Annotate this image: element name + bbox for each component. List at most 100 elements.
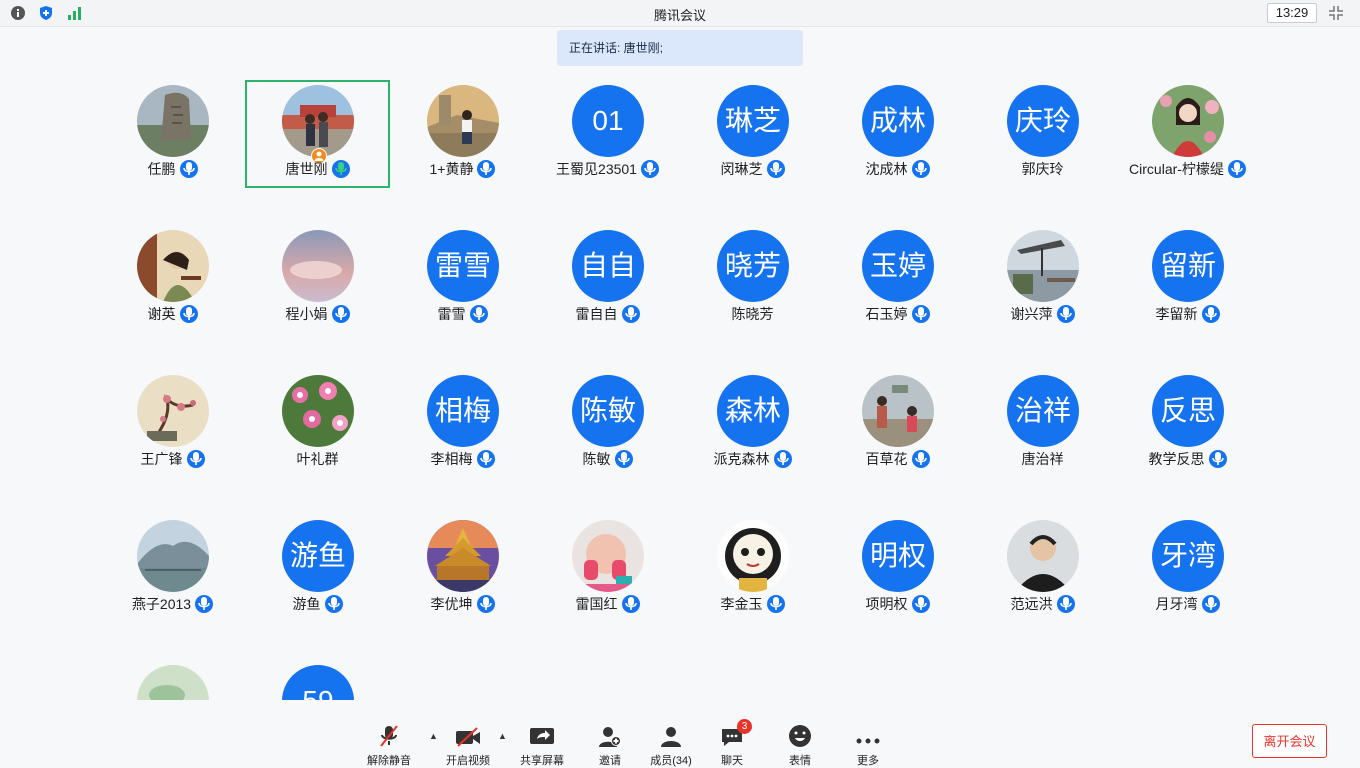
chat-button[interactable]: 3 聊天 (701, 719, 763, 768)
mic-status-icon (911, 160, 930, 178)
participant-tile[interactable]: 雷雪 雷雪 (390, 225, 535, 333)
members-button[interactable]: 成员(34) (640, 722, 702, 768)
participant-avatar-photo (137, 230, 209, 302)
participant-tile[interactable]: 1+黄静 (390, 80, 535, 188)
participant-name: 李优坤 (430, 596, 473, 612)
participant-name-row: 程小娟 (245, 304, 390, 324)
participant-tile[interactable]: 叶礼群 (245, 370, 390, 478)
participant-name: 郭庆玲 (1021, 161, 1064, 177)
participant-tile[interactable]: 唐世刚 (245, 80, 390, 188)
participant-tile[interactable]: 百草花 (825, 370, 970, 478)
participant-tile[interactable]: 李金玉 (680, 515, 825, 623)
mic-status-icon (911, 450, 930, 468)
invite-button[interactable]: 邀请 (579, 722, 641, 768)
participant-tile[interactable]: 王广锋 (100, 370, 245, 478)
participant-avatar-photo (1007, 230, 1079, 302)
participant-tile[interactable]: 任鹏 (100, 80, 245, 188)
share-screen-button[interactable]: 共享屏幕 (511, 722, 573, 768)
participant-avatar-initials: 晓芳 (717, 230, 789, 302)
participant-name: 月牙湾 (1155, 596, 1198, 612)
participant-avatar-initials: 游鱼 (282, 520, 354, 592)
mic-status-icon (195, 595, 214, 613)
participant-tile[interactable]: 玉婷 石玉婷 (825, 225, 970, 333)
participant-tile[interactable]: 留新 李留新 (1115, 225, 1260, 333)
participant-tile[interactable]: 谢英 (100, 225, 245, 333)
participant-avatar-initials: 琳芝 (717, 85, 789, 157)
participant-tile[interactable]: 59 (245, 660, 390, 700)
participant-tile[interactable]: 谢兴萍 (970, 225, 1115, 333)
participant-tile[interactable]: 明权 项明权 (825, 515, 970, 623)
more-button[interactable]: 更多 (837, 722, 899, 768)
start-video-button[interactable]: 开启视频 (437, 722, 499, 768)
participant-tile[interactable]: Circular-柠檬缇 (1115, 80, 1260, 188)
mic-status-icon (477, 160, 496, 178)
participant-name: 游鱼 (292, 596, 321, 612)
mic-status-icon (179, 160, 198, 178)
participant-tile[interactable]: 范远洪 (970, 515, 1115, 623)
more-icon (856, 738, 880, 744)
mic-status-icon (1056, 305, 1075, 323)
mic-muted-icon (380, 725, 398, 747)
participant-tile[interactable]: 相梅 李相梅 (390, 370, 535, 478)
mic-status-icon (1201, 305, 1220, 323)
participant-avatar-initials: 牙湾 (1152, 520, 1224, 592)
participant-tile[interactable]: 李优坤 (390, 515, 535, 623)
participant-name: 陈晓芳 (731, 306, 774, 322)
participant-name-row: 雷自自 (535, 304, 680, 324)
participant-name: 唐治祥 (1021, 451, 1064, 467)
participant-tile[interactable]: 治祥 唐治祥 (970, 370, 1115, 478)
participant-name: 沈成林 (865, 161, 908, 177)
participant-avatar-initials: 59 (282, 665, 354, 700)
participant-name: 陈敏 (582, 451, 611, 467)
participant-avatar-initials: 留新 (1152, 230, 1224, 302)
participant-name-row: 陈敏 (535, 449, 680, 469)
add-user-icon (599, 727, 621, 747)
more-label: 更多 (857, 755, 879, 767)
participant-avatar-photo (427, 520, 499, 592)
participant-name-row: 百草花 (825, 449, 970, 469)
participant-name-row: 李优坤 (390, 594, 535, 614)
mic-status-icon (476, 450, 495, 468)
participant-tile[interactable] (100, 660, 245, 700)
participant-name: 石玉婷 (865, 306, 908, 322)
participant-tile[interactable]: 成林 沈成林 (825, 80, 970, 188)
leave-meeting-button[interactable]: 离开会议 (1252, 724, 1327, 758)
participant-name: 燕子2013 (131, 596, 192, 612)
mic-status-icon (324, 595, 343, 613)
mic-status-icon (640, 160, 659, 178)
participant-tile[interactable]: 程小娟 (245, 225, 390, 333)
participant-tile[interactable]: 自自 雷自自 (535, 225, 680, 333)
participant-avatar-photo (572, 520, 644, 592)
participant-tile[interactable]: 燕子2013 (100, 515, 245, 623)
participant-avatar-initials: 庆玲 (1007, 85, 1079, 157)
speaking-banner: 正在讲话: 唐世刚; (557, 30, 803, 66)
participant-tile[interactable]: 游鱼 游鱼 (245, 515, 390, 623)
participant-tile[interactable]: 陈敏 陈敏 (535, 370, 680, 478)
mic-status-icon (1201, 595, 1220, 613)
participant-tile[interactable]: 琳芝 闵琳芝 (680, 80, 825, 188)
mic-status-icon (469, 305, 488, 323)
participant-avatar-initials: 明权 (862, 520, 934, 592)
chat-unread-badge: 3 (737, 719, 752, 734)
video-options-caret[interactable]: ▲ (498, 731, 507, 741)
unmute-button[interactable]: 解除静音 (358, 722, 420, 768)
participant-name-row: 月牙湾 (1115, 594, 1260, 614)
invite-label: 邀请 (599, 755, 621, 767)
participant-avatar-initials: 自自 (572, 230, 644, 302)
participant-tile[interactable]: 01 王蜀见23501 (535, 80, 680, 188)
participant-name-row: 范远洪 (970, 594, 1115, 614)
participant-name: 1+黄静 (429, 161, 474, 177)
emoji-button[interactable]: 表情 (769, 722, 831, 768)
participant-avatar-photo (137, 665, 209, 700)
participant-tile[interactable]: 庆玲 郭庆玲 (970, 80, 1115, 188)
participant-tile[interactable]: 反思 教学反思 (1115, 370, 1260, 478)
participant-tile[interactable]: 晓芳 陈晓芳 (680, 225, 825, 333)
participant-avatar-initials: 反思 (1152, 375, 1224, 447)
participant-tile[interactable]: 雷国红 (535, 515, 680, 623)
participant-name-row: 雷国红 (535, 594, 680, 614)
mic-status-icon (179, 305, 198, 323)
participant-avatar-initials: 陈敏 (572, 375, 644, 447)
participant-tile[interactable]: 森林 派克森林 (680, 370, 825, 478)
participant-tile[interactable]: 牙湾 月牙湾 (1115, 515, 1260, 623)
participant-name: 范远洪 (1010, 596, 1053, 612)
